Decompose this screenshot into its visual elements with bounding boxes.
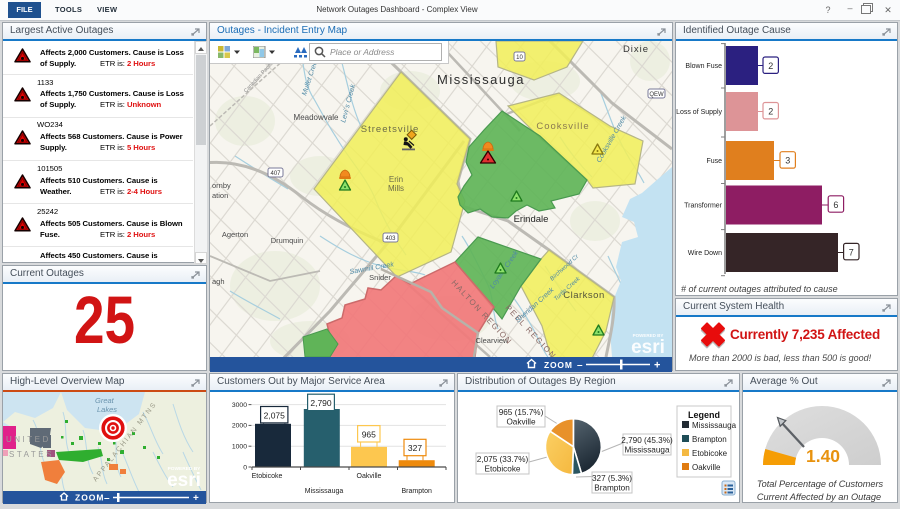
svg-text:ation: ation [212, 191, 228, 200]
svg-text:Etobicoke: Etobicoke [692, 449, 728, 458]
svg-text:Oakville: Oakville [357, 473, 382, 480]
svg-text:Mississauga: Mississauga [305, 488, 344, 495]
svg-text:Wire Down: Wire Down [688, 250, 722, 257]
svg-text:407: 407 [270, 171, 281, 177]
svg-text:Oakville: Oakville [692, 463, 721, 472]
svg-text:Loss of Supply: Loss of Supply [676, 109, 722, 116]
svg-text:7: 7 [849, 247, 854, 257]
svg-text:6: 6 [833, 200, 838, 210]
svg-text:Transformer: Transformer [684, 203, 723, 210]
svg-text:2,790: 2,790 [310, 398, 332, 408]
svg-text:Fuse: Fuse [706, 158, 722, 165]
svg-text:0: 0 [243, 464, 247, 471]
svg-text:agh: agh [212, 277, 225, 286]
svg-text:esri: esri [167, 470, 201, 491]
svg-text:Total Percentage of Customers: Total Percentage of Customers [757, 479, 884, 489]
svg-text:327 (5.3%): 327 (5.3%) [592, 474, 632, 483]
svg-text:QEW: QEW [649, 92, 664, 98]
svg-text:1.40: 1.40 [806, 446, 840, 466]
svg-text:Agerton: Agerton [222, 230, 248, 239]
svg-text:UNITED: UNITED [6, 435, 51, 444]
svg-text:Cooksville: Cooksville [536, 121, 589, 132]
svg-text:2: 2 [768, 61, 773, 71]
svg-text:Lakes: Lakes [97, 405, 117, 414]
svg-text:Legend: Legend [688, 410, 720, 420]
svg-text:Oakville: Oakville [506, 418, 536, 427]
svg-text:Great: Great [95, 396, 115, 405]
svg-text:Dixie: Dixie [623, 44, 649, 55]
svg-text:STATES: STATES [9, 450, 54, 459]
svg-text:965 (15.7%): 965 (15.7%) [499, 408, 544, 417]
svg-text:Current Affected by an Outage: Current Affected by an Outage [757, 492, 881, 502]
svg-text:Blown Fuse: Blown Fuse [685, 63, 722, 70]
svg-text:Etobicoke: Etobicoke [252, 473, 283, 480]
svg-text:+: + [654, 360, 660, 372]
svg-text:1000: 1000 [232, 444, 247, 451]
svg-text:2: 2 [768, 107, 773, 117]
svg-text:–: – [104, 493, 110, 504]
svg-text:Etobicoke: Etobicoke [485, 465, 521, 474]
svg-text:ZOOM: ZOOM [75, 493, 105, 503]
svg-text:3000: 3000 [232, 402, 247, 409]
svg-text:+: + [193, 493, 199, 504]
svg-text:327: 327 [408, 443, 422, 453]
svg-text:Meadowvale: Meadowvale [294, 113, 339, 122]
svg-text:# of current outages attribute: # of current outages attributed to cause [681, 284, 838, 294]
svg-text:3: 3 [785, 156, 790, 166]
svg-text:Brampton: Brampton [402, 488, 432, 495]
svg-text:Clarkson: Clarkson [563, 290, 605, 301]
svg-text:Mississauga: Mississauga [692, 421, 737, 430]
svg-text:–: – [577, 360, 583, 371]
svg-text:Mississauga: Mississauga [437, 72, 525, 87]
svg-text:esri: esri [631, 337, 665, 358]
svg-text:Brampton: Brampton [594, 484, 630, 493]
svg-text:Mills: Mills [388, 184, 404, 193]
svg-text:Mississauga: Mississauga [624, 446, 669, 455]
svg-text:965: 965 [362, 429, 376, 439]
svg-text:10: 10 [516, 55, 523, 61]
svg-text:Snider: Snider [369, 273, 391, 282]
svg-text:2,075: 2,075 [264, 410, 286, 420]
svg-text:Erindale: Erindale [514, 214, 549, 225]
svg-text:Erin: Erin [389, 175, 403, 184]
svg-text:Drumquin: Drumquin [271, 236, 304, 245]
svg-text:ornby: ornby [212, 181, 231, 190]
svg-text:ZOOM: ZOOM [544, 360, 573, 370]
svg-text:2,075 (33.7%): 2,075 (33.7%) [477, 455, 529, 464]
svg-text:Brampton: Brampton [692, 435, 727, 444]
svg-text:403: 403 [385, 236, 396, 242]
svg-text:2,790 (45.3%): 2,790 (45.3%) [621, 436, 673, 445]
svg-text:2000: 2000 [232, 423, 247, 430]
